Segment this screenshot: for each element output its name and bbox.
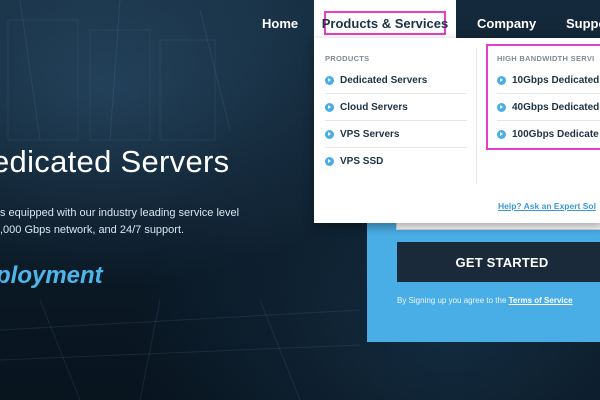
arrow-circle-icon <box>325 157 334 166</box>
terms-of-service-link[interactable]: Terms of Service <box>509 296 573 305</box>
dropdown-column-divider <box>476 48 477 184</box>
nav-products-services[interactable]: Products & Services <box>314 0 456 38</box>
terms-agreement-text: By Signing up you agree to the Terms of … <box>397 296 573 305</box>
terms-agreement-prefix: By Signing up you agree to the <box>397 296 509 305</box>
divider <box>325 147 467 148</box>
hero-description-line-1: s equipped with our industry leading ser… <box>0 207 240 219</box>
menu-item-label: Dedicated Servers <box>340 75 428 86</box>
high-bandwidth-highlight-box <box>486 44 600 150</box>
menu-item-cloud-servers[interactable]: Cloud Servers <box>325 102 408 113</box>
arrow-circle-icon <box>325 103 334 112</box>
nav-company[interactable]: Company <box>477 16 536 31</box>
hero-title: edicated Servers <box>0 144 230 179</box>
menu-item-vps-servers[interactable]: VPS Servers <box>325 129 400 140</box>
arrow-circle-icon <box>325 130 334 139</box>
menu-item-label: VPS SSD <box>340 156 384 167</box>
menu-item-label: Cloud Servers <box>340 102 408 113</box>
menu-item-label: VPS Servers <box>340 129 400 140</box>
hero-deployment-text: ployment <box>0 262 103 289</box>
hero-description-line-2: ,000 Gbps network, and 24/7 support. <box>0 224 185 236</box>
hero-description: s equipped with our industry leading ser… <box>0 205 239 239</box>
arrow-circle-icon <box>325 76 334 85</box>
products-heading: PRODUCTS <box>325 54 370 63</box>
get-started-button[interactable]: GET STARTED <box>397 242 600 282</box>
nav-support[interactable]: Suppo <box>566 16 600 31</box>
menu-item-dedicated-servers[interactable]: Dedicated Servers <box>325 75 427 86</box>
divider <box>325 93 467 94</box>
ask-an-expert-link[interactable]: Help? Ask an Expert Sol <box>498 201 596 211</box>
nav-home[interactable]: Home <box>262 16 298 31</box>
nav-products-services-label: Products & Services <box>321 16 449 31</box>
divider <box>325 120 467 121</box>
menu-item-vps-ssd[interactable]: VPS SSD <box>325 156 383 167</box>
